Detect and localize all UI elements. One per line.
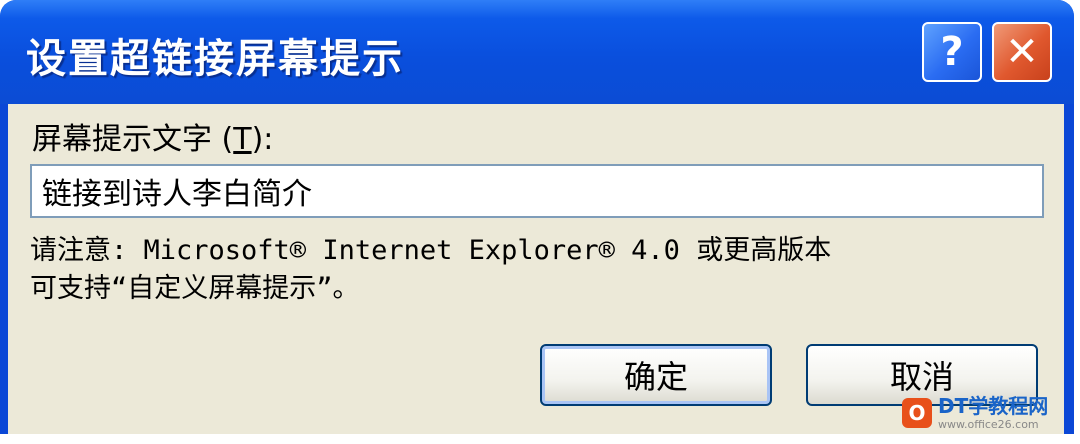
watermark-url: www.office26.com xyxy=(938,418,1039,431)
compatibility-note: 请注意: Microsoft® Internet Explorer® 4.0 或… xyxy=(30,232,1050,308)
watermark-main: DT学教程网 xyxy=(938,394,1049,418)
close-button[interactable]: ✕ xyxy=(992,22,1052,82)
label-suffix: ): xyxy=(251,122,274,157)
watermark-text: DT学教程网 www.office26.com xyxy=(938,396,1048,430)
watermark: O DT学教程网 www.office26.com xyxy=(902,388,1062,438)
note-line-1: 请注意: Microsoft® Internet Explorer® 4.0 或… xyxy=(30,235,832,266)
help-button[interactable]: ? xyxy=(922,22,982,82)
screen-tip-label: 屏幕提示文字 (T): xyxy=(32,114,273,158)
note-line-2: 可支持“自定义屏幕提示”。 xyxy=(30,273,360,304)
help-icon: ? xyxy=(940,29,964,75)
close-icon: ✕ xyxy=(1005,29,1039,75)
label-accelerator: T xyxy=(233,122,252,157)
ok-button[interactable]: 确定 xyxy=(540,344,772,406)
office-logo-icon: O xyxy=(902,398,932,428)
dialog-title: 设置超链接屏幕提示 xyxy=(26,36,404,82)
dialog-window: 设置超链接屏幕提示 ? ✕ 屏幕提示文字 (T): 请注意: Microsoft… xyxy=(0,0,1074,434)
dialog-body: 屏幕提示文字 (T): 请注意: Microsoft® Internet Exp… xyxy=(8,104,1064,434)
title-bar[interactable]: 设置超链接屏幕提示 ? ✕ xyxy=(0,0,1074,104)
label-prefix: 屏幕提示文字 ( xyxy=(32,122,234,157)
screen-tip-input[interactable] xyxy=(30,164,1044,218)
